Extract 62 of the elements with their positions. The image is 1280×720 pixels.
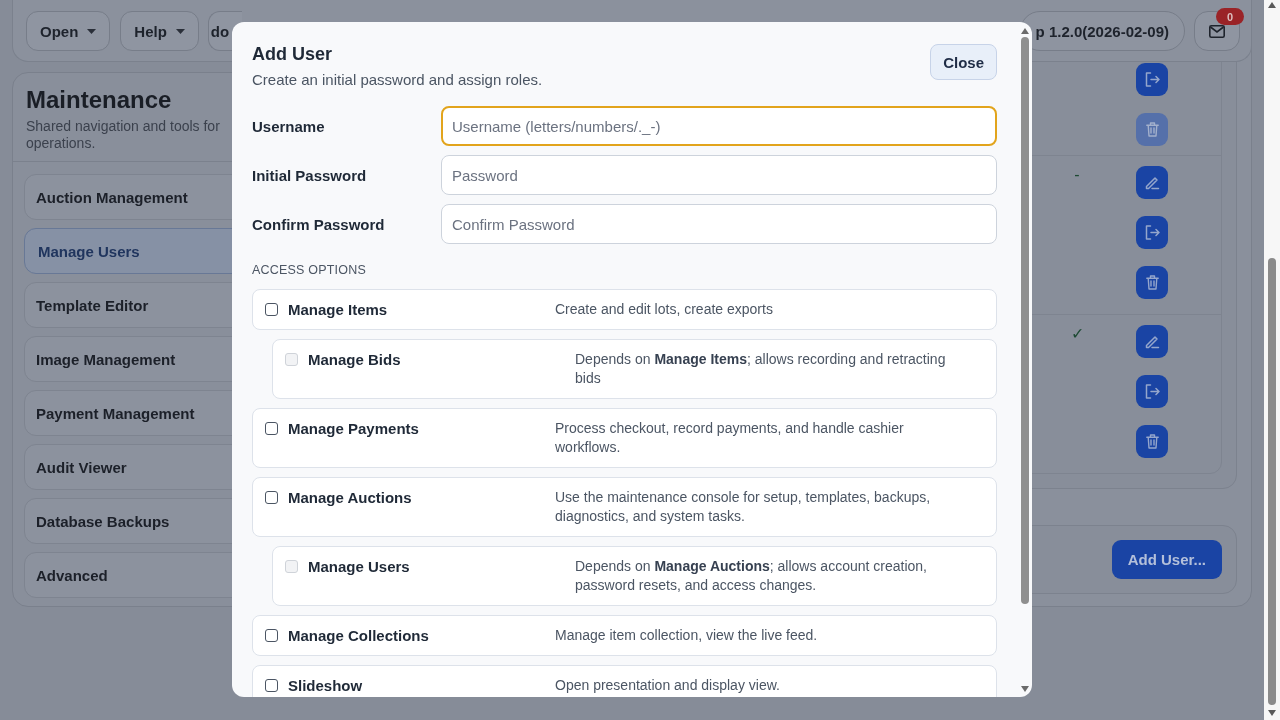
permission-label: Slideshow [288,676,363,695]
menu-button[interactable]: Help [120,11,199,51]
trash-icon [1145,434,1159,449]
logout-icon [1144,72,1160,87]
permission-description: Process checkout, record payments, and handle cashier workflows. [555,419,905,457]
trash-icon [1145,122,1159,137]
permission-label: Manage Auctions [288,488,412,507]
permission-label: Manage Bids [308,350,401,369]
section-heading: ACCESS OPTIONS [252,262,366,278]
logout-icon [1144,225,1160,240]
logout-button[interactable] [1136,63,1168,96]
delete-button[interactable] [1136,425,1168,458]
add-user-button[interactable]: Add User... [1111,540,1222,579]
checkbox[interactable] [265,491,278,504]
menu-button[interactable]: Open [26,11,111,51]
checkbox[interactable] [265,679,278,692]
caret-down-icon [87,28,97,34]
logout-icon [1144,384,1160,399]
notification-badge: 0 [1216,8,1244,25]
scroll-down-arrow-icon[interactable] [1021,686,1029,692]
table-cell-text: ✓ [1069,325,1085,343]
edit-button[interactable] [1136,166,1168,199]
close-button[interactable]: Close [930,44,997,80]
trash-icon [1145,275,1159,290]
sidebar-subtitle: Shared navigation and tools for operations. [26,118,221,152]
scroll-up-arrow-icon[interactable] [1021,28,1029,34]
envelope-icon [1209,24,1225,38]
pencil-icon [1144,175,1160,190]
table-cell-text: - [1073,166,1081,184]
scroll-up-arrow-icon[interactable] [1268,2,1276,8]
input-field[interactable]: Username (letters/numbers/._-) [441,106,997,146]
permission-label: Manage Users [308,557,410,576]
permission-description: Depends on Manage Items; allows recording and retracting bids [575,350,947,388]
delete-button[interactable] [1136,266,1168,299]
permission-description: Depends on Manage Auctions; allows account creation, password resets, and access changes. [575,557,928,595]
permission-label: Manage Items [288,300,388,319]
input-field[interactable]: Password [441,155,997,195]
permission-label: Manage Collections [288,626,429,645]
checkbox[interactable] [265,422,278,435]
scrollbar-thumb[interactable] [1268,258,1276,705]
logout-button[interactable] [1136,375,1168,408]
logout-button[interactable] [1136,216,1168,249]
field-label: Confirm Password [252,215,386,233]
dialog-title: Add User [252,43,333,66]
edit-button[interactable] [1136,325,1168,358]
permission-description: Create and edit lots, create exports [555,300,773,319]
pencil-icon [1144,334,1160,349]
caret-down-icon [175,28,185,34]
scrollbar[interactable] [1264,0,1280,720]
checkbox[interactable] [265,303,278,316]
field-label: Username [252,117,326,135]
scroll-down-arrow-icon[interactable] [1268,710,1276,716]
permission-description: Open presentation and display view. [555,676,780,695]
dialog-subtitle: Create an initial password and assign roles. [252,70,543,90]
permission-label: Manage Payments [288,419,419,438]
field-label: Initial Password [252,166,368,184]
permission-description: Manage item collection, view the live feed. [555,626,818,645]
sidebar-title: Maintenance [26,86,173,114]
permission-description: Use the maintenance console for setup, templates, backups, diagnostics, and system tasks. [555,488,932,526]
scrollbar-thumb[interactable] [1021,37,1029,604]
input-field[interactable]: Confirm Password [441,204,997,244]
checkbox[interactable] [265,629,278,642]
